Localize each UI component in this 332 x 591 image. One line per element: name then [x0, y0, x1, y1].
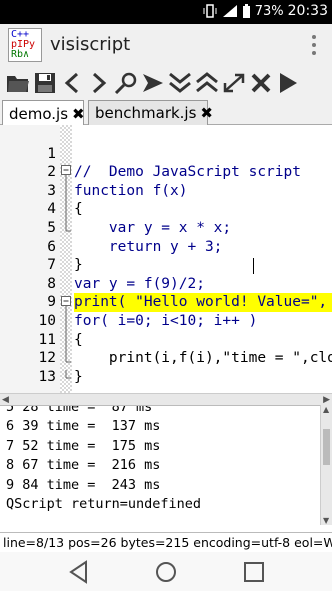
svg-text:H: H: [225, 7, 230, 14]
fold-marker-function[interactable]: [61, 165, 72, 245]
run-icon[interactable]: [141, 70, 165, 96]
nav-back-icon[interactable]: [66, 559, 92, 585]
search-icon[interactable]: [114, 70, 138, 96]
code-line[interactable]: 9 for( i=0; i<10; i++ ): [0, 275, 332, 329]
code-line-highlighted[interactable]: 8 print( "Hello world! Value=", y: [0, 256, 332, 312]
console-line: 7 52 time = 175 ms: [6, 437, 161, 454]
horizontal-scrollbar[interactable]: ◀ ▶: [0, 393, 332, 405]
code-line[interactable]: 4 var y = x * x;: [0, 182, 332, 236]
console-line: 6 39 time = 137 ms: [6, 418, 161, 435]
tab-demo-js[interactable]: demo.js ✖: [2, 100, 85, 126]
system-status-bar: H 73% 20:33: [0, 0, 332, 24]
file-tabs: demo.js ✖ benchmark.js ✖: [0, 98, 332, 126]
back-icon[interactable]: [60, 70, 84, 96]
code-line[interactable]: 1 // Demo JavaScript script: [0, 126, 332, 181]
battery-percent: 73%: [254, 3, 284, 19]
scroll-left-icon[interactable]: ◀: [2, 395, 9, 405]
code-line[interactable]: 3 {: [0, 163, 332, 218]
open-folder-icon[interactable]: [6, 70, 30, 96]
signal-icon: H: [222, 5, 237, 17]
line-number: 13: [38, 368, 56, 385]
nav-recents-icon[interactable]: [241, 559, 267, 585]
code-line[interactable]: 6 }: [0, 219, 332, 274]
battery-icon: [242, 4, 250, 18]
fullscreen-icon[interactable]: [222, 70, 246, 96]
scroll-up-icon[interactable]: ▲: [323, 405, 329, 414]
output-console: 5 28 time = 87 ms 6 39 time = 137 ms 7 5…: [0, 405, 320, 525]
editor-status-line: line=8/13 pos=26 bytes=215 encoding=utf-…: [0, 532, 332, 552]
code-line[interactable]: 7 var y = f(9)/2;: [0, 238, 332, 292]
fold-marker-end: [65, 370, 71, 379]
tab-label: demo.js: [9, 104, 69, 123]
console-line: QScript return=undefined: [6, 496, 202, 513]
overflow-menu-icon[interactable]: [310, 34, 318, 56]
text-cursor: [253, 258, 254, 274]
code-line[interactable]: 10 {: [0, 293, 332, 348]
editor-toolbar: [0, 68, 332, 98]
tab-label: benchmark.js: [95, 104, 197, 122]
save-icon[interactable]: [33, 70, 57, 96]
tab-benchmark-js[interactable]: benchmark.js ✖: [88, 100, 213, 125]
console-line: 8 67 time = 216 ms: [6, 457, 161, 474]
code-line[interactable]: 2 function f(x): [0, 145, 332, 199]
clock: 20:33: [287, 3, 328, 19]
system-navigation-bar: [0, 552, 332, 591]
nav-home-icon[interactable]: [153, 559, 179, 585]
console-line: 9 84 time = 243 ms: [6, 476, 161, 493]
unfold-all-icon[interactable]: [195, 70, 219, 96]
code-line[interactable]: 11 print(i,f(i),"time = ",clock: [0, 312, 332, 367]
play-icon[interactable]: [276, 70, 300, 96]
fold-marker-loop[interactable]: [61, 296, 72, 376]
tab-close-icon[interactable]: ✖: [200, 104, 213, 122]
app-bar: C++ pIPy Rb∧ visiscript: [0, 24, 332, 68]
scrollbar-thumb[interactable]: [323, 429, 330, 465]
scroll-right-icon[interactable]: ▶: [323, 395, 330, 405]
code-line[interactable]: 5 return y + 3;: [0, 200, 332, 255]
tab-close-icon[interactable]: ✖: [72, 105, 85, 123]
scroll-down-icon[interactable]: ▼: [323, 516, 329, 525]
code-line[interactable]: 12 }: [0, 331, 332, 385]
code-line[interactable]: 13: [0, 349, 332, 385]
vibrate-icon: [203, 4, 217, 18]
logo-line-rb: Rb∧: [11, 49, 30, 60]
fold-all-icon[interactable]: [168, 70, 192, 96]
code-editor[interactable]: 1 // Demo JavaScript script 2 function f…: [0, 125, 332, 393]
app-title: visiscript: [50, 34, 131, 55]
forward-icon[interactable]: [87, 70, 111, 96]
code-text: }: [74, 368, 83, 385]
close-icon[interactable]: [249, 70, 273, 96]
app-logo: C++ pIPy Rb∧: [8, 28, 42, 62]
console-vertical-scrollbar[interactable]: ▲ ▼: [320, 405, 332, 525]
console-line: 5 28 time = 87 ms: [6, 405, 153, 415]
